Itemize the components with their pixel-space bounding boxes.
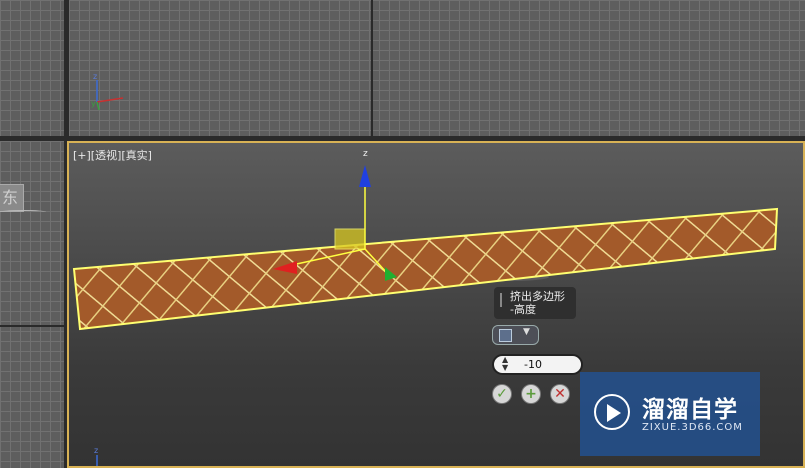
viewport-center-line — [371, 0, 373, 136]
group-extrude-icon — [499, 329, 512, 342]
axis-tripod-icon: z y — [91, 72, 124, 111]
axis-y-label: y — [91, 99, 96, 108]
chevron-down-icon: ▼ — [523, 327, 530, 337]
spinner-arrows-icon[interactable]: ▲ ▼ — [502, 356, 508, 372]
viewport-top-left[interactable] — [0, 0, 64, 136]
bottom-axis-z-label: z — [94, 446, 98, 455]
height-spinner[interactable]: ▲ ▼ -10 — [492, 354, 583, 375]
axis-z-label: z — [93, 72, 97, 81]
caddy-title: 挤出多边形 -高度 — [494, 287, 576, 319]
gizmo-z-label: z — [363, 149, 368, 159]
caddy-ok-button[interactable]: ✓ — [492, 384, 512, 404]
viewport-horizon-line — [0, 325, 64, 327]
floor-slab[interactable] — [72, 207, 779, 331]
gizmo-plane-handle — [334, 228, 366, 250]
watermark-url: ZIXUE.3D66.COM — [642, 422, 743, 433]
caddy-apply-button[interactable]: + — [521, 384, 541, 404]
gizmo-z-arrow — [359, 165, 371, 187]
caddy-drag-handle[interactable] — [500, 293, 502, 307]
extrude-type-dropdown[interactable]: ▼ — [492, 325, 539, 345]
check-icon: ✓ — [496, 386, 508, 402]
watermark: 溜溜自学 ZIXUE.3D66.COM — [580, 372, 760, 456]
caddy-title-line2: -高度 — [510, 303, 536, 316]
caddy-cancel-button[interactable]: ✕ — [550, 384, 570, 404]
viewcube-face-button[interactable]: 东 — [0, 184, 24, 212]
caddy-title-line1: 挤出多边形 — [510, 290, 565, 303]
plus-icon: + — [525, 386, 537, 402]
viewcube-ring — [0, 210, 46, 214]
height-value[interactable]: -10 — [524, 358, 542, 371]
viewport-left[interactable]: 东 — [0, 141, 64, 468]
x-icon: ✕ — [554, 386, 566, 402]
viewport-top[interactable]: z y — [69, 0, 805, 136]
watermark-brand: 溜溜自学 — [642, 397, 738, 423]
play-logo-icon — [594, 394, 630, 430]
